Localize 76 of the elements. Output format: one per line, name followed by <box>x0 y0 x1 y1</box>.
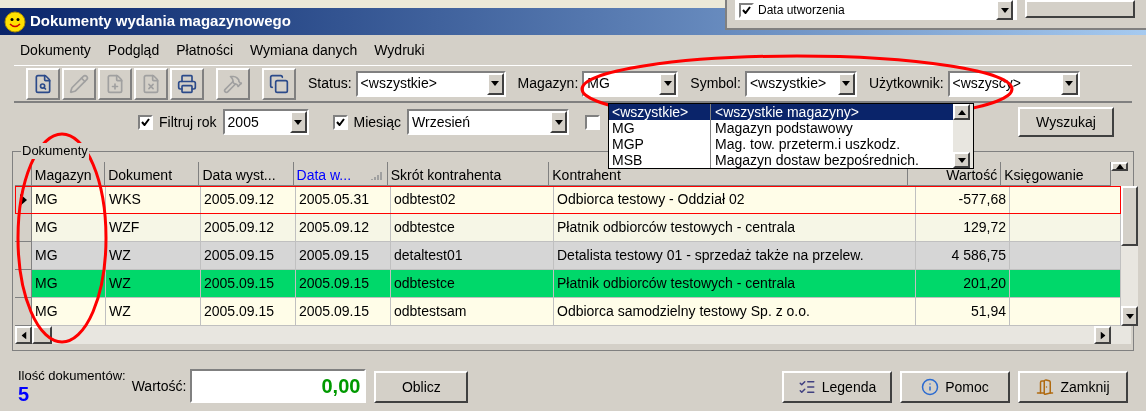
hammer-icon <box>223 73 243 94</box>
down-arrow-icon <box>842 81 851 86</box>
month-combo[interactable]: Wrzesień <box>407 109 570 135</box>
document-plus-icon <box>105 73 125 94</box>
checkmark-icon <box>742 6 751 14</box>
document-count: 5 <box>18 383 31 405</box>
dropdown-option[interactable]: MGP Mag. tow. przeterm.i uszkodz. <box>609 136 953 152</box>
left-arrow-icon <box>21 331 26 340</box>
checkbox[interactable] <box>138 114 153 130</box>
filter-label: Magazyn: <box>517 74 579 93</box>
filter-label: Status: <box>308 74 352 93</box>
footer-button[interactable]: Legenda <box>782 371 892 403</box>
filter-combo[interactable]: <wszystkie> <box>355 70 506 97</box>
toolbar-button[interactable] <box>170 67 204 100</box>
menu-item[interactable]: Płatności <box>176 39 233 61</box>
table-row[interactable]: MG WZ 2005.09.15 2005.09.15 odbtestsam Odbiorca samodzielny testowy Sp. z o.o. 51,94 <box>15 298 1121 327</box>
value-label: Wartość: <box>131 377 187 396</box>
count-label: Ilość dokumentów: <box>18 369 126 383</box>
checkmark-icon <box>335 118 345 126</box>
document-x-icon <box>141 73 161 94</box>
scroll-thumb[interactable] <box>1121 186 1138 247</box>
down-arrow-icon <box>491 81 500 86</box>
up-arrow-icon <box>957 109 966 115</box>
table-row[interactable]: MG WZ 2005.09.15 2005.09.15 odbtestce Płatnik odbiorców testowych - centrala 201,20 <box>15 270 1121 299</box>
checkbox[interactable] <box>585 114 601 130</box>
dropdown-scrollbar[interactable] <box>953 104 973 168</box>
down-arrow-icon <box>1000 7 1009 13</box>
year-combo[interactable]: 2005 <box>222 109 309 135</box>
up-arrow-icon <box>1115 164 1124 169</box>
list-item-label: Data utworzenia <box>758 2 846 19</box>
background-button[interactable] <box>1025 0 1135 18</box>
year-filter-label: Filtruj rok <box>159 112 217 132</box>
table-row[interactable]: MG WZF 2005.09.12 2005.09.12 odbtestce Płatnik odbiorców testowych - centrala 129,72 <box>15 214 1121 243</box>
horizontal-scrollbar[interactable] <box>15 326 1131 344</box>
footer-button[interactable]: Pomoc <box>900 371 1010 403</box>
table-row[interactable]: MG WKS 2005.09.12 2005.05.31 odbtest02 Odbiorca testowy - Oddział 02 -577,68 <box>15 186 1121 215</box>
toolbar-button[interactable] <box>26 67 60 100</box>
down-arrow-icon <box>554 119 563 125</box>
right-arrow-icon <box>1100 331 1105 340</box>
list-icon <box>797 378 816 396</box>
footer-button[interactable]: Oblicz <box>374 371 469 403</box>
dropdown-option[interactable]: MG Magazyn podstawowy <box>609 120 953 136</box>
copy-icon <box>269 73 289 94</box>
pencil-icon <box>69 73 89 94</box>
dropdown-option[interactable]: <wszystkie> <wszystkie magazyny> <box>609 104 953 120</box>
down-arrow-icon <box>1125 313 1134 319</box>
filter-label: Symbol: <box>690 74 741 93</box>
down-arrow-icon <box>957 157 966 163</box>
menu-item[interactable]: Podgląd <box>107 39 160 61</box>
smiley-icon <box>4 10 26 33</box>
down-arrow-icon <box>294 119 303 125</box>
down-arrow-icon <box>1065 81 1074 86</box>
filter-combo[interactable]: <wszystkie> <box>744 70 857 97</box>
checkmark-icon <box>141 118 150 126</box>
footer-button[interactable]: Zamknij <box>1018 371 1128 403</box>
group-title: Dokumenty <box>21 143 89 159</box>
dropdown-list[interactable]: <wszystkie> <wszystkie magazyny> MG Magazyn podstawowy MGP Mag. tow. przeterm.i uszkodz. MSB Magazyn dostaw bezpośrednich. <box>608 103 974 169</box>
sort-icon <box>369 171 384 182</box>
vertical-scrollbar[interactable] <box>1121 186 1138 327</box>
table-row[interactable]: MG WZ 2005.09.15 2005.09.15 detaltest01 Detalista testowy 01 - sprzedaż także na przelew. 4 586,75 <box>15 242 1121 271</box>
menu-item[interactable]: Wydruki <box>374 39 425 61</box>
down-arrow-icon <box>663 81 672 86</box>
window-title: Dokumenty wydania magazynowego <box>30 11 291 32</box>
menu-item[interactable]: Dokumenty <box>20 39 91 61</box>
document-search-icon <box>33 73 53 94</box>
filter-label: Użytkownik: <box>868 74 944 93</box>
value-field[interactable]: 0,00 <box>190 369 367 403</box>
search-button[interactable]: Wyszukaj <box>1018 107 1114 137</box>
printer-icon <box>177 73 197 94</box>
menu-item[interactable]: Wymiana danych <box>250 39 358 61</box>
month-filter-label: Miesiąc <box>353 112 402 132</box>
checkbox[interactable] <box>332 114 348 130</box>
door-icon <box>1036 378 1055 396</box>
toolbar-button[interactable] <box>262 67 296 100</box>
info-icon <box>921 378 940 396</box>
checkbox[interactable] <box>739 2 754 18</box>
